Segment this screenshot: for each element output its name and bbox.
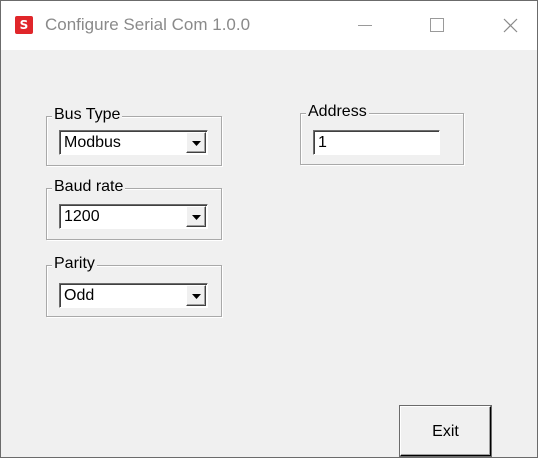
- address-input[interactable]: 1: [313, 130, 440, 155]
- title-bar[interactable]: S Configure Serial Com 1.0.0: [1, 1, 537, 50]
- parity-dropdown-button[interactable]: [186, 285, 206, 306]
- parity-dropdown[interactable]: Odd: [59, 283, 208, 308]
- app-icon-letter: S: [18, 18, 30, 32]
- dropdown-arrow-icon: [192, 294, 201, 299]
- bus-type-dropdown-button[interactable]: [186, 132, 206, 153]
- close-icon: [503, 18, 518, 33]
- baud-rate-dropdown-button[interactable]: [186, 206, 206, 227]
- bus-type-group: Bus Type Modbus: [46, 106, 222, 166]
- bus-type-dropdown[interactable]: Modbus: [59, 130, 208, 155]
- app-s-logo-icon[interactable]: S: [15, 16, 33, 34]
- minimize-button[interactable]: [342, 1, 388, 50]
- parity-group: Parity Odd: [46, 255, 222, 317]
- baud-rate-group: Baud rate 1200: [46, 178, 222, 240]
- dropdown-arrow-icon: [192, 141, 201, 146]
- minimize-icon: [358, 25, 372, 26]
- address-value: 1: [318, 134, 327, 151]
- bus-type-value: Modbus: [64, 134, 121, 151]
- baud-rate-dropdown[interactable]: 1200: [59, 204, 208, 229]
- bus-type-label: Bus Type: [52, 106, 123, 124]
- parity-label: Parity: [52, 255, 97, 273]
- configure-serial-com-window: S Configure Serial Com 1.0.0 Bus Type Mo…: [0, 0, 538, 458]
- parity-value: Odd: [64, 287, 95, 304]
- baud-rate-label: Baud rate: [52, 178, 126, 196]
- close-button[interactable]: [487, 1, 533, 50]
- exit-button-label: Exit: [432, 423, 459, 440]
- dropdown-arrow-icon: [192, 215, 201, 220]
- window-title: Configure Serial Com 1.0.0: [45, 15, 251, 34]
- maximize-button[interactable]: [414, 1, 460, 50]
- baud-rate-value: 1200: [64, 208, 100, 225]
- address-group: Address 1: [300, 103, 464, 165]
- exit-button[interactable]: Exit: [400, 406, 491, 456]
- address-label: Address: [306, 103, 369, 121]
- maximize-icon: [430, 18, 444, 32]
